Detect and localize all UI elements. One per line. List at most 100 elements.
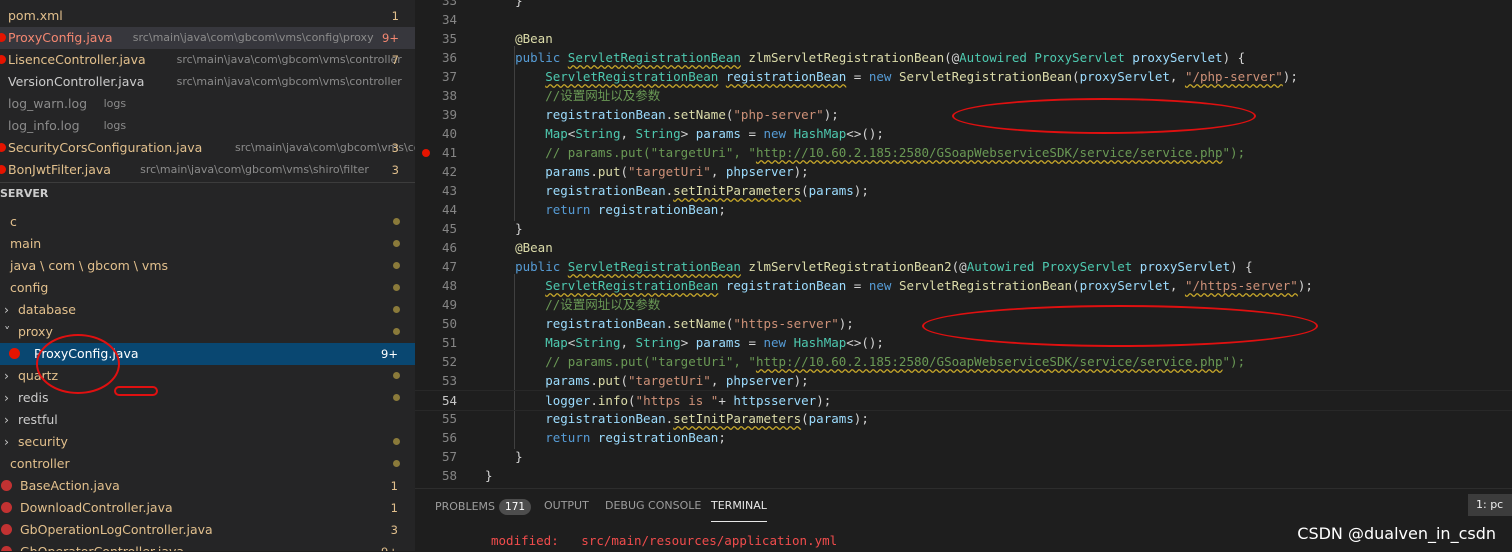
tree-item-label: ProxyConfig.java [34, 346, 139, 361]
modified-dot-icon [393, 372, 400, 379]
code-token: // params.put("targetUri", " [545, 354, 756, 369]
code-text: //设置网址以及参数 [485, 86, 660, 105]
modified-dot-icon [393, 328, 400, 335]
open-editor-item[interactable]: LisenceController.java src\main\java\com\… [0, 49, 415, 71]
tree-item-content: c [2, 211, 17, 233]
code-line[interactable]: 54 logger.info("https is "+ httpsserver)… [415, 390, 1512, 411]
code-text: params.put("targetUri", phpserver); [485, 371, 808, 390]
modified-dot-icon [393, 218, 400, 225]
code-line[interactable]: 33 } [415, 0, 1512, 10]
code-line[interactable]: 41 // params.put("targetUri", "http://10… [415, 143, 1512, 162]
code-token: ; [718, 430, 726, 445]
explorer-section-header[interactable]: SERVER [0, 182, 415, 205]
code-token: //设置网址以及参数 [545, 88, 661, 103]
code-text: // params.put("targetUri", "http://10.60… [485, 352, 1245, 371]
code-line[interactable]: 49 //设置网址以及参数 [415, 295, 1512, 314]
problem-count: 1 [390, 479, 398, 493]
open-editor-path: src\main\java\com\gbcom\vms\conf... [235, 141, 415, 154]
panel-tab[interactable]: TERMINAL [711, 499, 767, 522]
code-line[interactable]: 57 } [415, 447, 1512, 466]
code-line[interactable]: 46 @Bean [415, 238, 1512, 257]
code-line[interactable]: 36 public ServletRegistrationBean zlmSer… [415, 48, 1512, 67]
code-token: registrationBean [597, 430, 719, 445]
code-line[interactable]: 43 registrationBean.setInitParameters(pa… [415, 181, 1512, 200]
tree-item[interactable]: GbOperatorController.java 9+ [0, 541, 415, 551]
terminal-output-line: modified: src/main/resources/application… [491, 533, 838, 548]
code-text: Map<String, String> params = new HashMap… [485, 124, 884, 143]
code-line[interactable]: 35 @Bean [415, 29, 1512, 48]
panel-tab-label: TERMINAL [711, 499, 767, 512]
tree-item[interactable]: config [0, 277, 415, 299]
open-editor-item[interactable]: VersionController.java src\main\java\com\… [0, 71, 415, 93]
code-line[interactable]: 42 params.put("targetUri", phpserver); [415, 162, 1512, 181]
code-line[interactable]: 56 return registrationBean; [415, 428, 1512, 447]
problem-count: 3 [391, 141, 399, 155]
open-editor-item[interactable]: log_warn.log logs [0, 93, 415, 115]
code-line[interactable]: 52 // params.put("targetUri", "http://10… [415, 352, 1512, 371]
open-editor-item[interactable]: ProxyConfig.java src\main\java\com\gbcom\… [0, 27, 415, 49]
code-token: public [515, 50, 561, 65]
code-token: = [740, 335, 764, 350]
tree-item-label: GbOperationLogController.java [20, 522, 213, 537]
code-text: return registrationBean; [485, 428, 726, 447]
tree-item[interactable]: › redis [0, 387, 415, 409]
tree-item[interactable]: › security [0, 431, 415, 453]
tree-item[interactable]: ProxyConfig.java 9+ [0, 343, 415, 365]
tree-item[interactable]: GbOperationLogController.java 3 [0, 519, 415, 541]
code-token: Autowired [966, 259, 1035, 274]
tree-item[interactable]: BaseAction.java 1 [0, 475, 415, 497]
tree-item[interactable]: › database [0, 299, 415, 321]
tree-item[interactable]: c [0, 211, 415, 233]
code-line[interactable]: 55 registrationBean.setInitParameters(pa… [415, 409, 1512, 428]
tree-item[interactable]: controller [0, 453, 415, 475]
tree-item[interactable]: DownloadController.java 1 [0, 497, 415, 519]
code-token: , [1169, 278, 1185, 293]
error-dot-icon [0, 165, 6, 174]
panel-tab[interactable]: PROBLEMS 171 [435, 499, 532, 521]
code-token: ) { [1222, 50, 1246, 65]
code-line[interactable]: 51 Map<String, String> params = new Hash… [415, 333, 1512, 352]
panel-tab[interactable]: DEBUG CONSOLE [605, 499, 701, 521]
code-line[interactable]: 44 return registrationBean; [415, 200, 1512, 219]
tree-item[interactable]: main [0, 233, 415, 255]
open-editor-name: pom.xml [8, 8, 63, 23]
code-line[interactable]: 40 Map<String, String> params = new Hash… [415, 124, 1512, 143]
code-line[interactable]: 50 registrationBean.setName("https-serve… [415, 314, 1512, 333]
code-token: params [695, 126, 741, 141]
terminal-selector[interactable]: 1: pc [1468, 494, 1512, 516]
code-token: } [485, 468, 493, 483]
code-line[interactable]: 39 registrationBean.setName("php-server"… [415, 105, 1512, 124]
open-editor-item[interactable]: SecurityCorsConfiguration.java src\main\j… [0, 137, 415, 159]
panel-tab[interactable]: OUTPUT [544, 499, 589, 521]
code-line[interactable]: 37 ServletRegistrationBean registrationB… [415, 67, 1512, 86]
tree-item[interactable]: ˅ proxy [0, 321, 415, 343]
code-token: proxyServlet [1079, 69, 1170, 84]
code-line[interactable]: 45 } [415, 219, 1512, 238]
tree-item[interactable]: › quartz [0, 365, 415, 387]
tree-item[interactable]: › restful [0, 409, 415, 431]
code-line[interactable]: 47 public ServletRegistrationBean zlmSer… [415, 257, 1512, 276]
tree-item[interactable]: java \ com \ gbcom \ vms [0, 255, 415, 277]
code-line[interactable]: 48 ServletRegistrationBean registrationB… [415, 276, 1512, 295]
tree-item-label: BaseAction.java [20, 478, 120, 493]
code-token: <>(); [846, 335, 884, 350]
open-editor-item[interactable]: BonJwtFilter.java src\main\java\com\gbcom… [0, 159, 415, 181]
code-line[interactable]: 53 params.put("targetUri", phpserver); [415, 371, 1512, 390]
code-line[interactable]: 34 [415, 10, 1512, 29]
tree-item-label: main [10, 236, 42, 251]
open-editor-item[interactable]: pom.xml 1 [0, 5, 415, 27]
line-number: 46 [441, 240, 457, 255]
code-token: //设置网址以及参数 [545, 297, 661, 312]
code-token: } [485, 449, 523, 464]
code-text: registrationBean.setInitParameters(param… [485, 409, 869, 428]
code-line[interactable]: 58} [415, 466, 1512, 485]
code-line[interactable]: 38 //设置网址以及参数 [415, 86, 1512, 105]
code-token: ( [1072, 278, 1080, 293]
code-text: registrationBean.setName("https-server")… [485, 314, 854, 333]
open-editor-item[interactable]: log_info.log logs [0, 115, 415, 137]
code-editor[interactable]: 33 } 34 35 @Bean 36 public ServletRegistrat… [415, 0, 1512, 488]
